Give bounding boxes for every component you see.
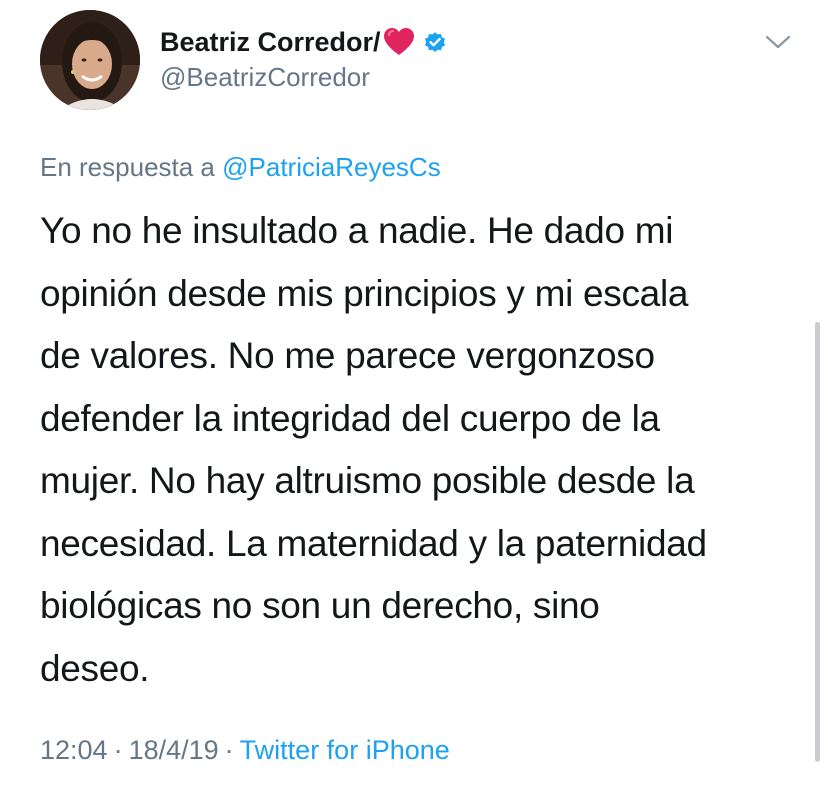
meta-separator: · bbox=[224, 735, 234, 765]
tweet-meta: 12:04 · 18/4/19 · Twitter for iPhone bbox=[40, 735, 450, 766]
author-name-row[interactable]: Beatriz Corredor/ bbox=[160, 24, 447, 60]
verified-badge-icon bbox=[423, 30, 447, 54]
display-name[interactable]: Beatriz Corredor/ bbox=[160, 27, 381, 58]
scroll-indicator[interactable] bbox=[815, 322, 820, 762]
avatar-photo-icon bbox=[40, 10, 140, 110]
tweet-time[interactable]: 12:04 bbox=[40, 735, 108, 765]
avatar[interactable] bbox=[40, 10, 140, 110]
tweet-source-link[interactable]: Twitter for iPhone bbox=[240, 735, 450, 765]
chevron-down-icon[interactable] bbox=[762, 28, 794, 56]
tweet-card: Beatriz Corredor/ @BeatrizCorredor En re… bbox=[0, 0, 828, 788]
meta-separator: · bbox=[113, 735, 123, 765]
reply-mention-link[interactable]: @PatriciaReyesCs bbox=[222, 152, 441, 182]
reply-context: En respuesta a @PatriciaReyesCs bbox=[40, 152, 441, 183]
tweet-date[interactable]: 18/4/19 bbox=[129, 735, 219, 765]
heart-icon bbox=[383, 27, 415, 57]
author-handle[interactable]: @BeatrizCorredor bbox=[160, 62, 370, 93]
tweet-text: Yo no he insultado a nadie. He dado mi o… bbox=[40, 210, 707, 689]
reply-prefix: En respuesta a bbox=[40, 152, 215, 182]
